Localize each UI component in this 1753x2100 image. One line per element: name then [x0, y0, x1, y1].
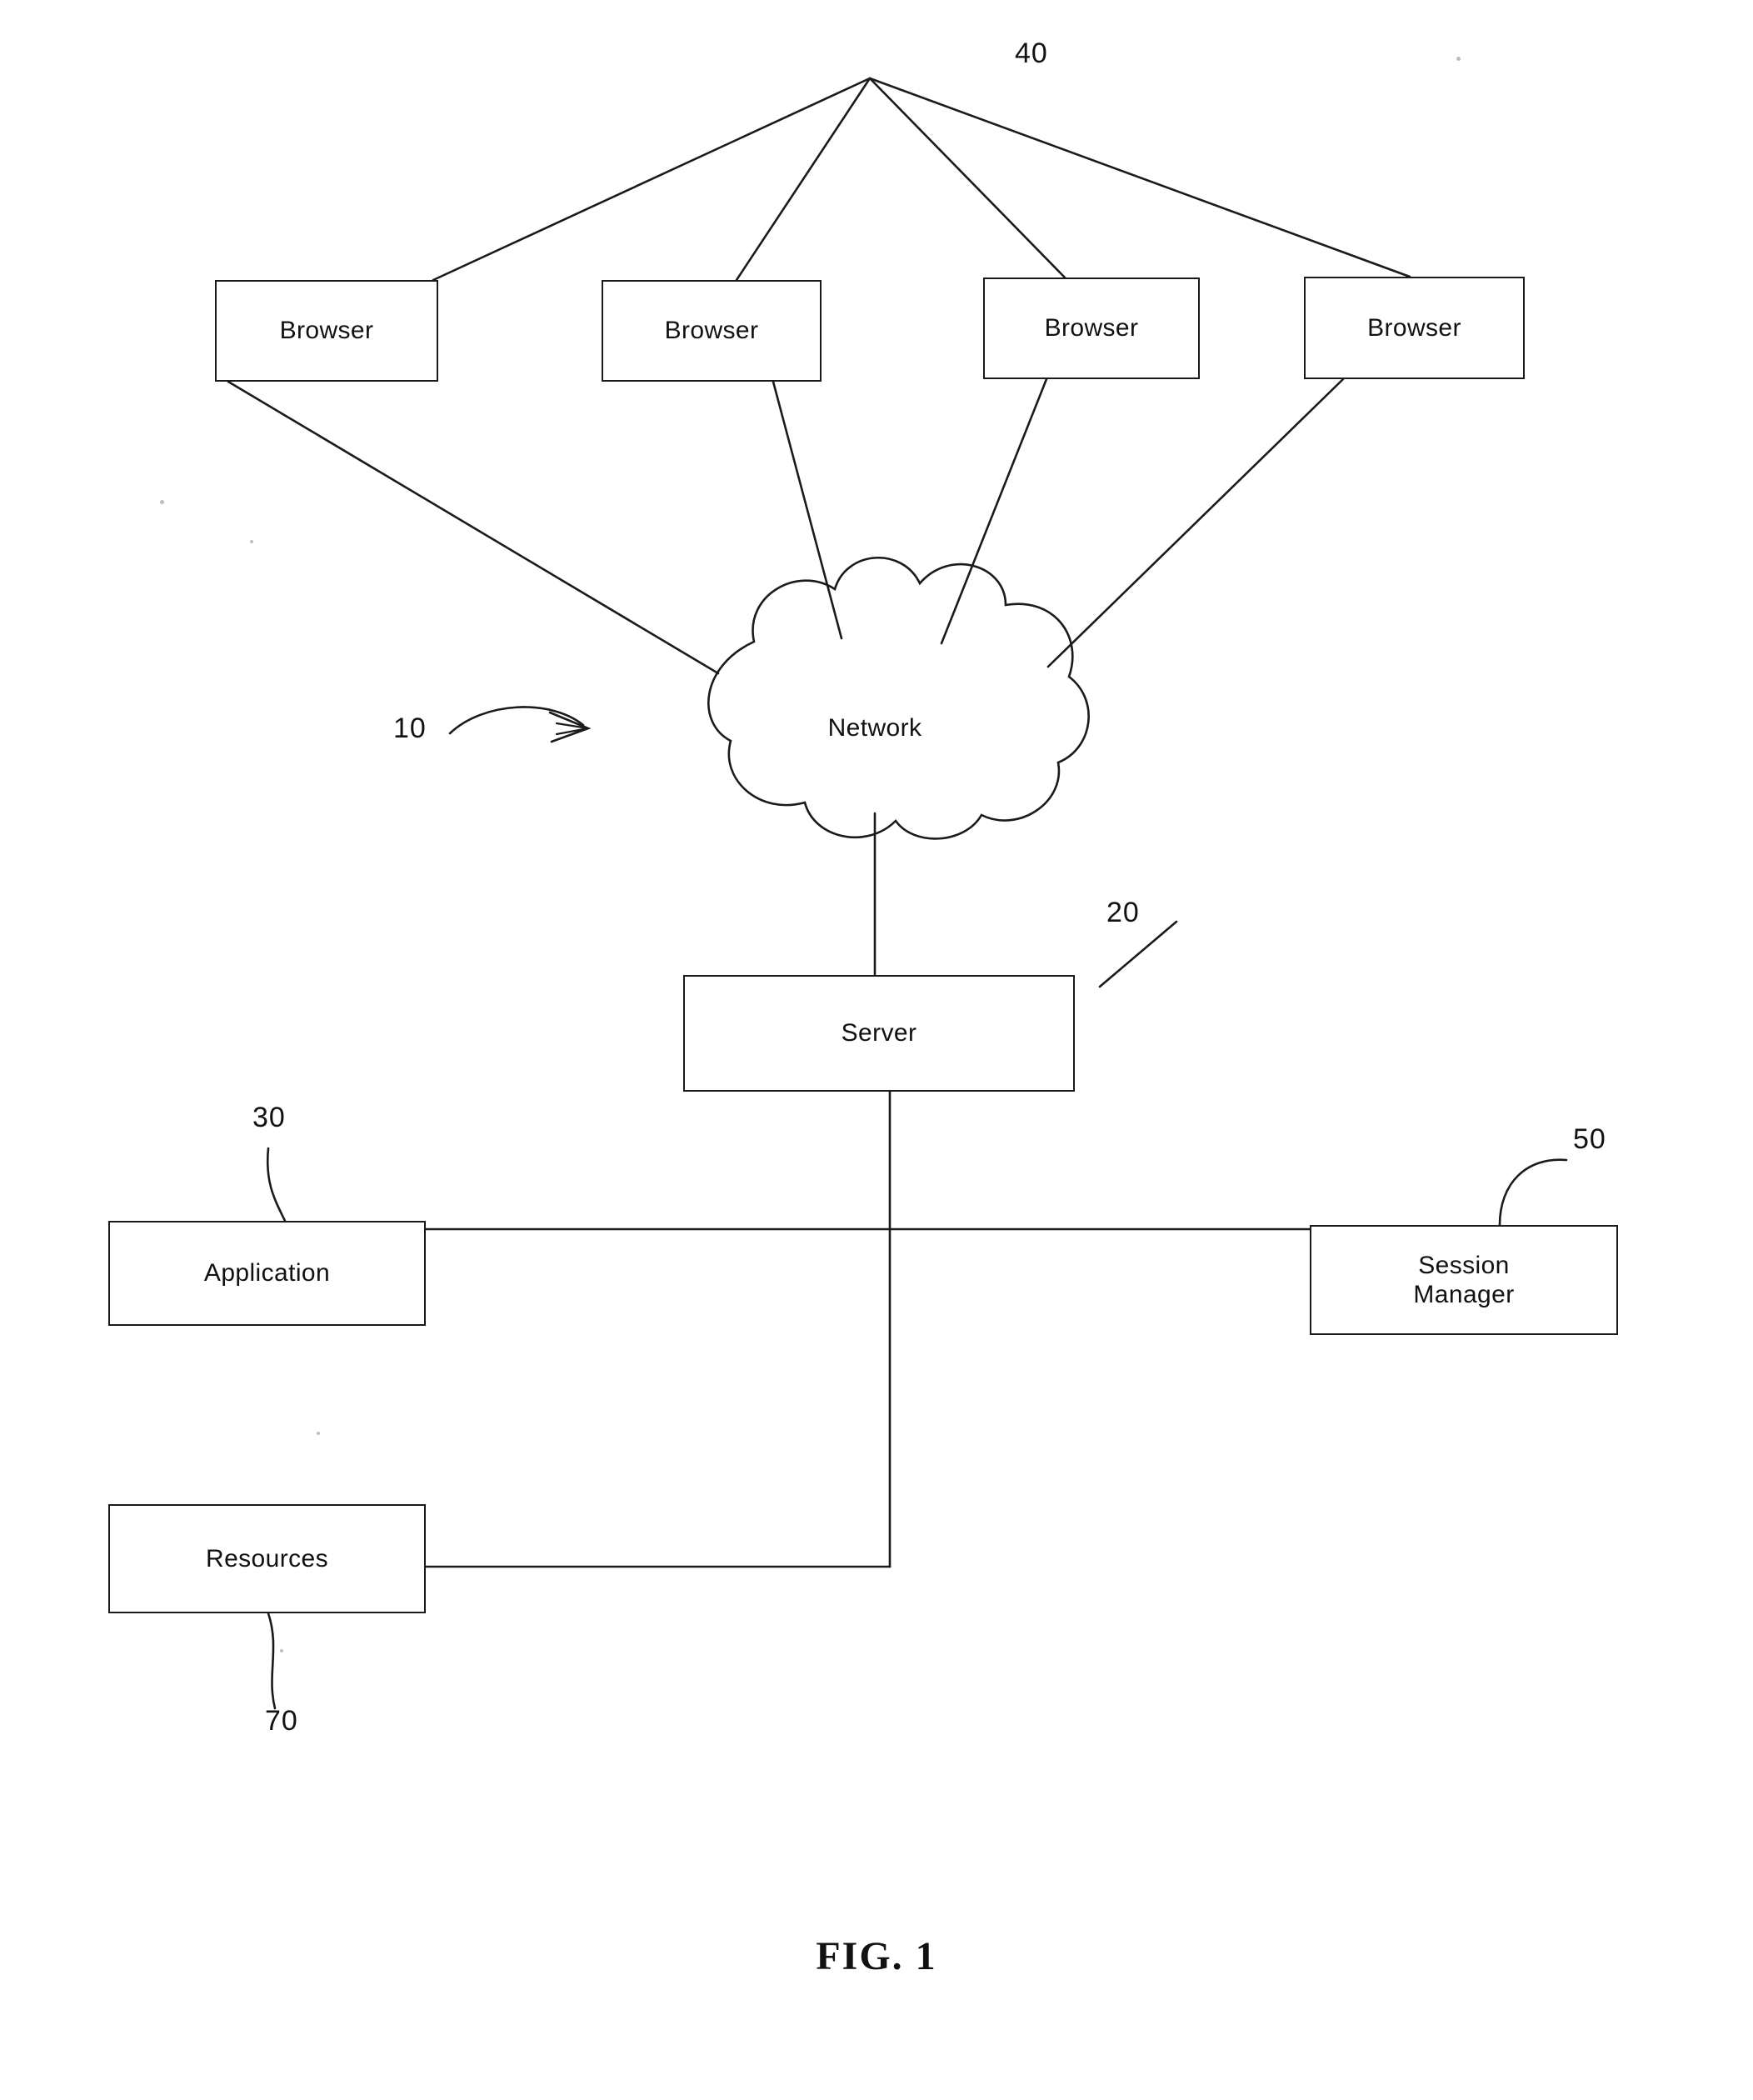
node-session-manager[interactable]: Session Manager	[1310, 1225, 1618, 1335]
scan-artifact-speck	[317, 1432, 320, 1435]
node-browser-2[interactable]: Browser	[602, 280, 822, 382]
scan-artifact-speck	[1456, 57, 1461, 61]
leader-line-session-manager-50	[1498, 1158, 1568, 1227]
connector-apex-to-browser-3	[868, 77, 1066, 279]
node-browser-4[interactable]: Browser	[1304, 277, 1525, 379]
system-reference-arrow	[448, 706, 585, 735]
leader-line-resources-70	[267, 1612, 277, 1710]
connector-browser-4-to-network	[1046, 378, 1345, 668]
node-browser-4-label: Browser	[1367, 313, 1461, 342]
node-browser-2-label: Browser	[664, 317, 759, 345]
reference-numeral-20: 20	[1106, 897, 1140, 928]
connector-browser-1-to-network	[227, 380, 720, 675]
connector-browser-3-to-network	[940, 378, 1048, 645]
node-application-label: Application	[203, 1259, 331, 1288]
connector-apex-to-browser-4	[868, 77, 1411, 278]
node-session-manager-label: Session Manager	[1413, 1251, 1515, 1308]
reference-numeral-40: 40	[1015, 38, 1048, 69]
node-server[interactable]: Server	[683, 975, 1075, 1092]
node-browser-1[interactable]: Browser	[215, 280, 438, 382]
node-resources[interactable]: Resources	[108, 1504, 426, 1613]
patent-figure-page: Browser Browser Browser Browser Network …	[0, 0, 1753, 2100]
node-browser-1-label: Browser	[279, 317, 374, 345]
node-browser-3[interactable]: Browser	[983, 278, 1200, 379]
connector-browser-2-to-network	[772, 380, 843, 640]
reference-numeral-30: 30	[252, 1102, 286, 1133]
reference-numeral-10: 10	[393, 712, 427, 744]
scan-artifact-speck	[160, 500, 164, 504]
node-browser-3-label: Browser	[1044, 314, 1139, 342]
reference-numeral-70: 70	[265, 1705, 298, 1737]
leader-line-application-30	[266, 1147, 287, 1222]
network-cloud-outline	[707, 556, 1090, 840]
node-application[interactable]: Application	[108, 1221, 426, 1326]
leader-line-server-20	[1098, 920, 1178, 988]
figure-caption: FIG. 1	[816, 1934, 937, 1978]
node-resources-label: Resources	[206, 1544, 328, 1572]
node-server-label: Server	[841, 1019, 917, 1048]
node-network-label: Network	[827, 714, 922, 742]
scan-artifact-speck	[280, 1649, 283, 1652]
reference-numeral-50: 50	[1573, 1123, 1606, 1155]
scan-artifact-speck	[250, 540, 253, 543]
